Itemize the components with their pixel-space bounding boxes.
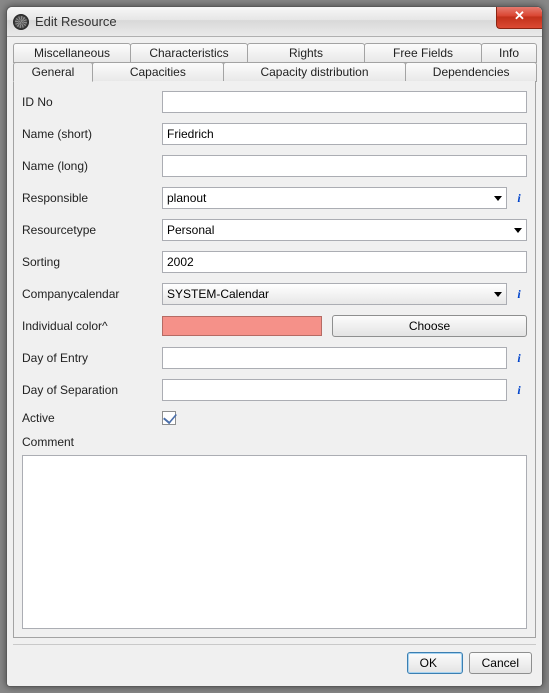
info-icon[interactable]: i <box>511 348 527 368</box>
label-day-of-separation: Day of Separation <box>22 383 158 397</box>
label-sorting: Sorting <box>22 255 158 269</box>
ok-button[interactable]: OK <box>407 652 463 674</box>
choose-color-button[interactable]: Choose <box>332 315 527 337</box>
info-icon[interactable]: i <box>511 284 527 304</box>
tab-capacity-distribution[interactable]: Capacity distribution <box>223 62 407 82</box>
app-icon <box>13 14 29 30</box>
titlebar: Edit Resource ✕ <box>7 7 542 37</box>
cancel-button[interactable]: Cancel <box>469 652 532 674</box>
label-individual-color: Individual color^ <box>22 319 158 333</box>
chevron-down-icon <box>514 228 522 233</box>
day-of-entry-input[interactable] <box>162 347 507 369</box>
tab-row-2: General Capacities Capacity distribution… <box>13 62 536 82</box>
label-id-no: ID No <box>22 95 158 109</box>
tab-info[interactable]: Info <box>481 43 537 63</box>
label-name-long: Name (long) <box>22 159 158 173</box>
label-active: Active <box>22 411 158 425</box>
close-button[interactable]: ✕ <box>496 7 542 29</box>
resourcetype-select[interactable]: Personal <box>162 219 527 241</box>
comment-textarea[interactable] <box>22 455 527 629</box>
responsible-value: planout <box>167 191 490 205</box>
tab-general[interactable]: General <box>13 62 93 82</box>
companycalendar-value: SYSTEM-Calendar <box>167 287 490 301</box>
color-swatch <box>162 316 322 336</box>
tab-area: Miscellaneous Characteristics Rights Fre… <box>13 43 536 638</box>
id-no-input[interactable] <box>162 91 527 113</box>
button-bar: OK Cancel <box>13 644 536 680</box>
tab-miscellaneous[interactable]: Miscellaneous <box>13 43 131 63</box>
chevron-down-icon <box>494 292 502 297</box>
info-icon[interactable]: i <box>511 188 527 208</box>
label-resourcetype: Resourcetype <box>22 223 158 237</box>
window-title: Edit Resource <box>35 14 117 29</box>
tab-row-1: Miscellaneous Characteristics Rights Fre… <box>13 43 536 63</box>
responsible-select[interactable]: planout <box>162 187 507 209</box>
dialog-window: Edit Resource ✕ Miscellaneous Characteri… <box>6 6 543 687</box>
label-day-of-entry: Day of Entry <box>22 351 158 365</box>
name-long-input[interactable] <box>162 155 527 177</box>
tab-characteristics[interactable]: Characteristics <box>130 43 248 63</box>
resourcetype-value: Personal <box>167 223 510 237</box>
label-name-short: Name (short) <box>22 127 158 141</box>
tab-dependencies[interactable]: Dependencies <box>405 62 537 82</box>
label-comment: Comment <box>22 435 158 449</box>
active-checkbox[interactable] <box>162 411 176 425</box>
info-icon[interactable]: i <box>511 380 527 400</box>
sorting-input[interactable] <box>162 251 527 273</box>
tab-capacities[interactable]: Capacities <box>92 62 224 82</box>
chevron-down-icon <box>494 196 502 201</box>
tab-free-fields[interactable]: Free Fields <box>364 43 482 63</box>
tab-rights[interactable]: Rights <box>247 43 365 63</box>
tab-panel-general: ID No Name (short) Name (long) Responsib… <box>13 81 536 638</box>
day-of-separation-input[interactable] <box>162 379 507 401</box>
label-companycalendar: Companycalendar <box>22 287 158 301</box>
client-area: Miscellaneous Characteristics Rights Fre… <box>7 37 542 686</box>
label-responsible: Responsible <box>22 191 158 205</box>
companycalendar-select[interactable]: SYSTEM-Calendar <box>162 283 507 305</box>
name-short-input[interactable] <box>162 123 527 145</box>
